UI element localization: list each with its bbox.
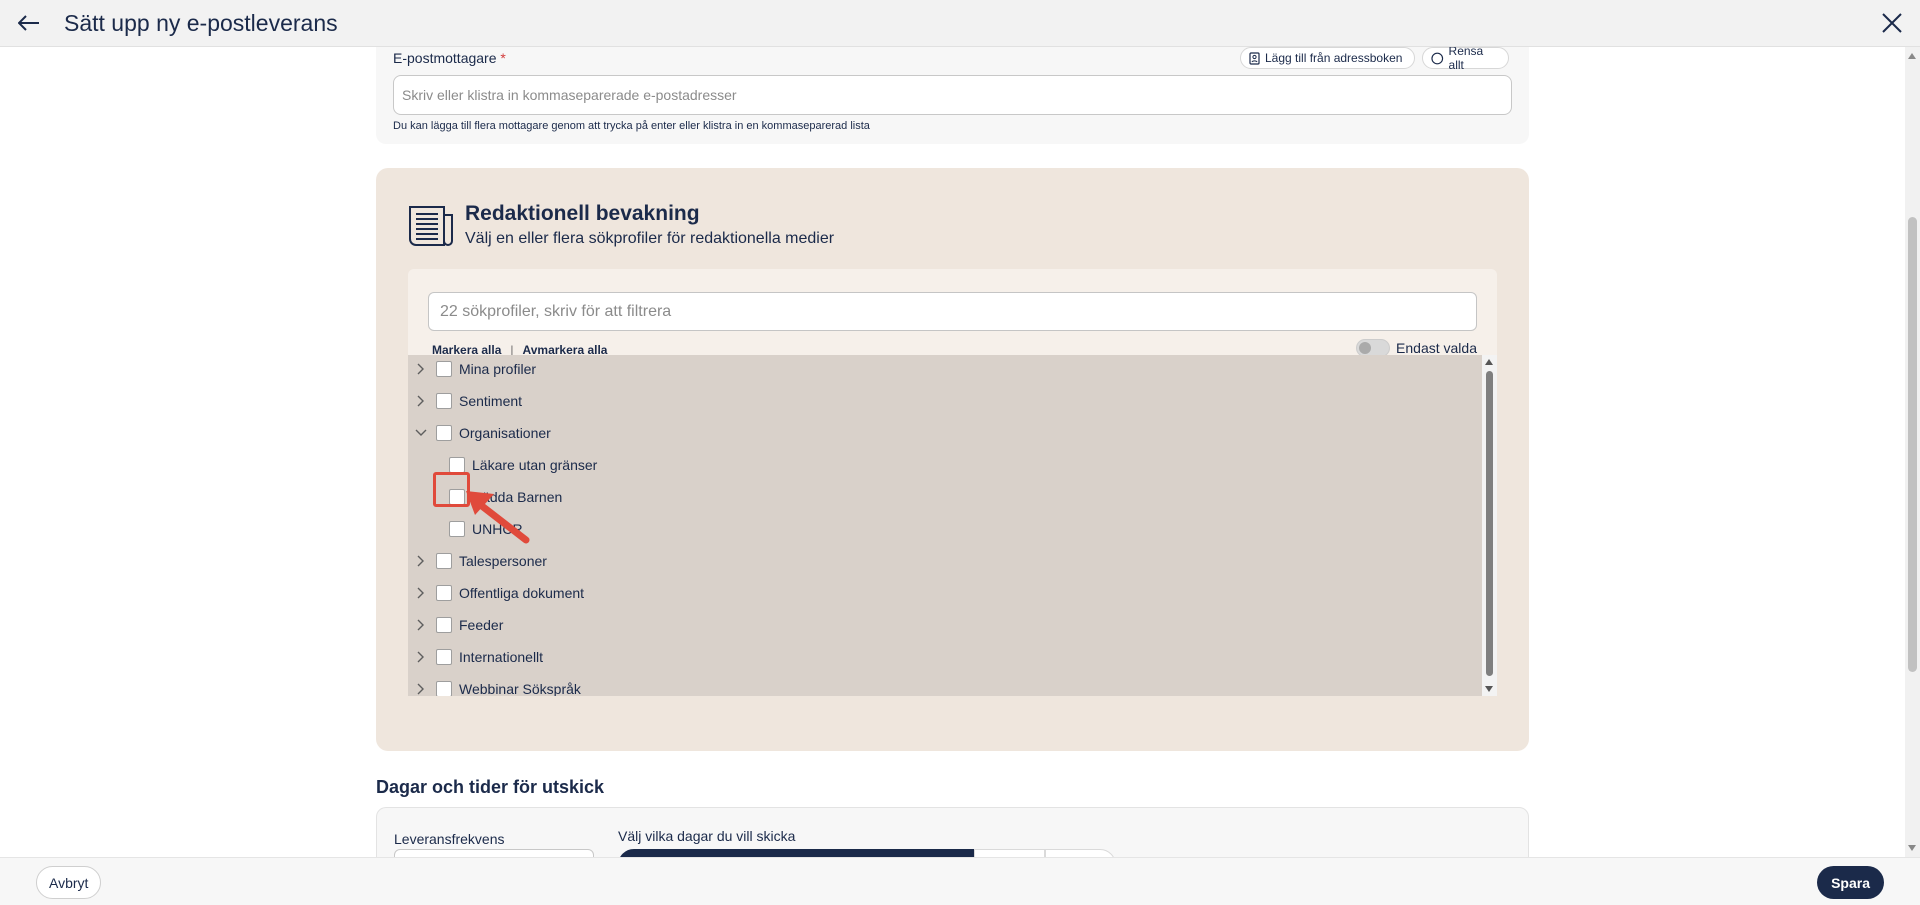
tree-label: Organisationer: [459, 425, 551, 441]
checkbox-talespersoner[interactable]: [436, 553, 452, 569]
frequency-label: Leveransfrekvens: [394, 831, 505, 847]
cancel-button[interactable]: Avbryt: [36, 866, 102, 899]
checkbox-sentiment[interactable]: [436, 393, 452, 409]
profile-filter-panel: Markera alla | Avmarkera alla Endast val…: [408, 269, 1497, 357]
tree-label: UNHCR: [472, 521, 523, 537]
schedule-title: Dagar och tider för utskick: [376, 777, 605, 797]
checkbox-organisationer[interactable]: [436, 425, 452, 441]
checkbox-lakare-utan-granser[interactable]: [449, 457, 465, 473]
recipients-help-text: Du kan lägga till flera mottagare genom …: [393, 120, 870, 132]
tree-label: Rädda Barnen: [472, 489, 563, 505]
chevron-right-icon[interactable]: [414, 586, 428, 600]
scrollbar-thumb[interactable]: [1486, 371, 1493, 676]
main-content: E-postmottagare * Lägg till från adressb…: [0, 47, 1905, 857]
addressbook-icon: [1249, 51, 1260, 65]
tree-row-webbinar-soksprak: Webbinar Sökspråk: [414, 676, 581, 696]
save-button[interactable]: Spara: [1817, 866, 1884, 899]
scroll-down-arrow-icon[interactable]: [1908, 845, 1916, 851]
tree-label: Webbinar Sökspråk: [459, 681, 581, 696]
add-from-addressbook-label: Lägg till från adressboken: [1265, 51, 1403, 65]
schedule-card: Leveransfrekvens Välj vilka dagar du vil…: [376, 807, 1529, 857]
tree-label: Sentiment: [459, 393, 523, 409]
checkbox-mina-profiler[interactable]: [436, 361, 452, 377]
editorial-subtitle: Välj en eller flera sökprofiler för reda…: [465, 230, 835, 247]
day-toggle[interactable]: [974, 849, 1045, 857]
only-selected-label: Endast valda: [1396, 340, 1477, 356]
tree-label: Feeder: [459, 617, 504, 633]
day-toggle[interactable]: [903, 849, 974, 857]
page-title: Sätt upp ny e-postleverans: [64, 9, 338, 36]
page-scrollbar[interactable]: [1905, 47, 1920, 857]
chevron-right-icon[interactable]: [414, 650, 428, 664]
tree-label: Offentliga dokument: [459, 585, 585, 601]
profile-filter-input[interactable]: [428, 292, 1477, 331]
close-icon[interactable]: [1876, 7, 1908, 39]
tree-label: Läkare utan gränser: [472, 457, 598, 473]
tree-row-unhcr: UNHCR: [449, 516, 523, 542]
clear-circle-icon: [1431, 52, 1444, 64]
required-marker: *: [500, 50, 506, 66]
tree-row-lakare-utan-granser: Läkare utan gränser: [449, 452, 597, 478]
tree-row-sentiment: Sentiment: [414, 388, 522, 414]
tree-row-mina-profiler: Mina profiler: [414, 356, 536, 382]
day-toggle[interactable]: [618, 849, 690, 857]
tree-label: Internationellt: [459, 649, 544, 665]
editorial-title: Redaktionell bevakning: [465, 202, 700, 225]
tree-row-talespersoner: Talespersoner: [414, 548, 547, 574]
day-toggle[interactable]: [761, 849, 832, 857]
scrollbar-thumb[interactable]: [1908, 217, 1917, 672]
clear-all-label: Rensa allt: [1448, 47, 1484, 72]
day-toggle[interactable]: [1045, 849, 1116, 857]
checkbox-feeder[interactable]: [436, 617, 452, 633]
recipients-label: E-postmottagare *: [393, 50, 506, 66]
day-toggle[interactable]: [832, 849, 903, 857]
tree-row-radda-barnen: Rädda Barnen: [449, 484, 562, 510]
profile-tree: Mina profiler Sentiment Organisationer L…: [408, 355, 1497, 696]
clear-all-button[interactable]: Rensa allt: [1422, 47, 1509, 72]
tree-row-organisationer: Organisationer: [414, 420, 551, 446]
chevron-right-icon[interactable]: [414, 394, 428, 408]
checkbox-internationellt[interactable]: [436, 649, 452, 665]
tree-scrollbar[interactable]: [1482, 355, 1497, 696]
toggle-knob: [1359, 342, 1372, 354]
chevron-down-icon[interactable]: [414, 426, 428, 440]
editorial-monitoring-card: Redaktionell bevakning Välj en eller fle…: [376, 168, 1529, 751]
checkbox-offentliga-dokument[interactable]: [436, 585, 452, 601]
days-label: Välj vilka dagar du vill skicka: [618, 828, 796, 844]
chevron-right-icon[interactable]: [414, 618, 428, 632]
chevron-right-icon[interactable]: [414, 362, 428, 376]
scroll-up-arrow-icon[interactable]: [1908, 53, 1916, 59]
frequency-select[interactable]: [394, 849, 594, 857]
scroll-down-arrow-icon[interactable]: [1485, 686, 1493, 692]
day-toggle[interactable]: [690, 849, 761, 857]
add-from-addressbook-button[interactable]: Lägg till från adressboken: [1240, 47, 1415, 69]
tree-label: Talespersoner: [459, 553, 547, 569]
top-bar: Sätt upp ny e-postleverans: [0, 0, 1920, 47]
checkbox-webbinar-soksprak[interactable]: [436, 681, 452, 696]
recipients-card: E-postmottagare * Lägg till från adressb…: [376, 47, 1529, 144]
footer-bar: Avbryt Spara: [0, 857, 1920, 905]
chevron-right-icon[interactable]: [414, 554, 428, 568]
chevron-right-icon[interactable]: [414, 682, 428, 696]
back-arrow-icon[interactable]: [14, 8, 44, 38]
tree-row-feeder: Feeder: [414, 612, 503, 638]
tree-row-internationellt: Internationellt: [414, 644, 543, 670]
email-recipients-input[interactable]: [393, 75, 1512, 115]
scroll-up-arrow-icon[interactable]: [1485, 359, 1493, 365]
tree-label: Mina profiler: [459, 361, 537, 377]
checkbox-unhcr[interactable]: [449, 521, 465, 537]
newspaper-icon: [409, 206, 453, 246]
checkbox-radda-barnen[interactable]: [449, 489, 465, 505]
recipients-label-text: E-postmottagare: [393, 50, 497, 66]
tree-row-offentliga-dokument: Offentliga dokument: [414, 580, 584, 606]
